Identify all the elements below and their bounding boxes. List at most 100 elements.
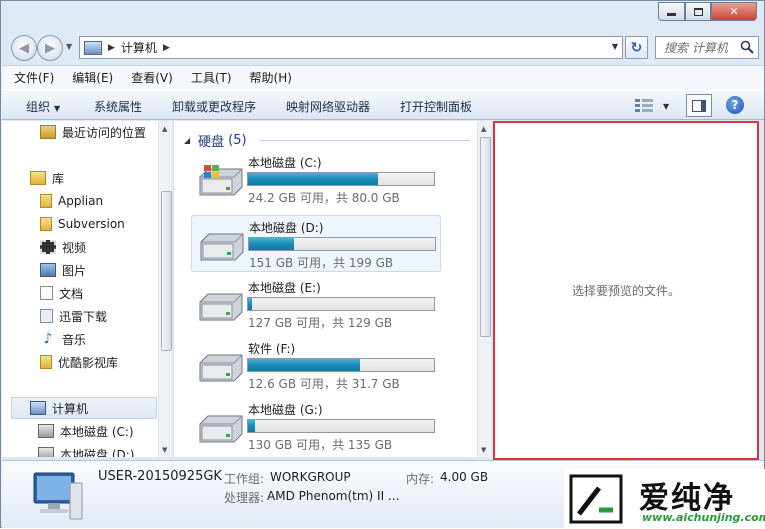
recent-pages-dropdown[interactable]: ▼ <box>66 42 72 51</box>
scroll-up-icon[interactable]: ▲ <box>162 125 167 133</box>
drive-name: 本地磁盘 (E:) <box>248 281 321 295</box>
nav-item-libraries[interactable]: 库 <box>2 167 158 189</box>
drive-tile[interactable]: 软件 (F:) 12.6 GB 可用，共 31.7 GB <box>191 337 441 394</box>
system-drive-icon <box>38 424 54 438</box>
nav-label: 本地磁盘 (D:) <box>60 447 135 458</box>
nav-item-drive-c[interactable]: 本地磁盘 (C:) <box>2 420 158 442</box>
drive-tile[interactable]: 本地磁盘 (D:) 151 GB 可用，共 199 GB <box>191 215 441 272</box>
drive-tile[interactable]: 本地磁盘 (E:) 127 GB 可用，共 129 GB <box>191 276 441 333</box>
scroll-down-icon[interactable]: ▼ <box>481 446 486 454</box>
menu-view[interactable]: 查看(V) <box>131 69 173 86</box>
hard-drive-icon <box>199 293 243 321</box>
nav-item-drive-d[interactable]: 本地磁盘 (D:) <box>2 443 158 457</box>
refresh-button[interactable]: ↻ <box>625 36 648 59</box>
hard-drive-icon <box>200 233 244 261</box>
video-library-icon <box>40 240 56 254</box>
watermark-url: www.aichunjing.com <box>642 511 765 524</box>
help-button[interactable]: ? <box>726 96 744 114</box>
nav-label: 视频 <box>62 240 87 255</box>
forward-button[interactable]: ▶ <box>37 35 63 61</box>
drive-icon <box>38 447 54 457</box>
nav-label: Applian <box>58 194 104 208</box>
nav-scrollbar[interactable]: ▲ ▼ <box>158 121 172 457</box>
collapse-icon[interactable]: ◢ <box>184 136 190 145</box>
nav-item-videos[interactable]: 视频 <box>2 236 158 258</box>
group-title: 硬盘 <box>198 135 225 150</box>
nav-item-subversion[interactable]: Subversion <box>2 213 158 235</box>
nav-label: 迅雷下载 <box>59 309 108 324</box>
address-dropdown-icon[interactable]: ▼ <box>612 42 618 51</box>
drive-name: 软件 (F:) <box>248 342 296 356</box>
scroll-up-icon[interactable]: ▲ <box>481 125 486 133</box>
drive-space-info: 130 GB 可用，共 135 GB <box>248 438 393 452</box>
system-drive-icon <box>199 165 243 196</box>
menu-bar: 文件(F) 编辑(E) 查看(V) 工具(T) 帮助(H) <box>2 65 764 89</box>
drive-tile[interactable]: 本地磁盘 (C:) 24.2 GB 可用，共 80.0 GB <box>191 151 441 208</box>
content-scrollbar[interactable]: ▲ ▼ <box>477 121 491 457</box>
content-scroll-thumb[interactable] <box>480 137 491 337</box>
nav-item-computer[interactable]: 计算机 <box>11 397 157 419</box>
nav-label: 图片 <box>62 263 87 278</box>
menu-help[interactable]: 帮助(H) <box>250 69 292 86</box>
breadcrumb-arrow-icon[interactable]: ▶ <box>163 43 170 53</box>
back-button[interactable]: ◀ <box>11 35 37 61</box>
preview-pane-icon <box>692 99 706 112</box>
maximize-icon <box>693 7 703 16</box>
drive-name: 本地磁盘 (G:) <box>248 403 323 417</box>
minimize-button[interactable] <box>658 2 685 21</box>
computer-name: USER-20150925GK <box>98 469 222 484</box>
maximize-button[interactable] <box>685 2 711 21</box>
address-bar[interactable]: ▶ 计算机 ▶ ▼ <box>79 36 623 59</box>
system-properties-button[interactable]: 系统属性 <box>94 98 142 115</box>
nav-scroll-thumb[interactable] <box>161 191 172 351</box>
back-arrow-icon: ◀ <box>19 40 29 56</box>
nav-label: 库 <box>52 171 65 186</box>
drive-usage-fill <box>248 359 360 371</box>
uninstall-program-button[interactable]: 卸载或更改程序 <box>172 98 256 115</box>
drive-usage-bar <box>247 172 435 186</box>
open-control-panel-button[interactable]: 打开控制面板 <box>400 98 472 115</box>
nav-label: 音乐 <box>62 332 87 347</box>
explorer-window: ✕ ◀ ▶ ▼ ▶ 计算机 ▶ ▼ ↻ 搜索 计算机 文件(F) 编辑(E) 查… <box>0 0 765 529</box>
breadcrumb-computer[interactable]: 计算机 <box>121 39 157 56</box>
nav-item-recent[interactable]: 最近访问的位置 <box>2 121 158 143</box>
navigation-pane: 最近访问的位置 库 Applian Subversion 视频 图片 文档 迅雷… <box>2 121 172 457</box>
folder-icon <box>40 217 52 231</box>
nav-item-thunder-downloads[interactable]: 迅雷下载 <box>2 305 158 327</box>
computer-icon <box>33 472 83 520</box>
group-header-hard-drives[interactable]: ◢ 硬盘 (5) <box>184 131 247 150</box>
drive-space-info: 127 GB 可用，共 129 GB <box>248 316 393 330</box>
nav-label: 优酷影视库 <box>58 355 119 370</box>
scroll-down-icon[interactable]: ▼ <box>162 446 167 454</box>
preview-pane-toggle[interactable] <box>686 94 712 117</box>
nav-item-documents[interactable]: 文档 <box>2 282 158 304</box>
menu-tools[interactable]: 工具(T) <box>191 69 232 86</box>
map-network-drive-button[interactable]: 映射网络驱动器 <box>286 98 370 115</box>
nav-item-applian[interactable]: Applian <box>2 190 158 212</box>
search-input[interactable]: 搜索 计算机 <box>655 36 759 59</box>
drive-usage-bar <box>247 419 435 433</box>
view-options-icon <box>635 99 653 112</box>
refresh-icon: ↻ <box>630 39 643 56</box>
group-divider <box>260 140 470 141</box>
organize-button[interactable]: 组织 ▼ <box>26 98 60 115</box>
memory-value: 4.00 GB <box>440 470 489 484</box>
content-pane: ◢ 硬盘 (5) 本地磁盘 (C:) 24.2 GB 可用，共 80.0 GB 本地… <box>173 121 491 457</box>
drive-usage-bar <box>248 237 436 251</box>
breadcrumb-arrow-icon[interactable]: ▶ <box>108 43 115 53</box>
nav-item-pictures[interactable]: 图片 <box>2 259 158 281</box>
close-button[interactable]: ✕ <box>711 2 757 21</box>
watermark-logo-icon <box>569 474 623 524</box>
computer-icon <box>84 40 102 55</box>
workgroup-value: WORKGROUP <box>270 470 351 484</box>
menu-edit[interactable]: 编辑(E) <box>72 69 113 86</box>
hard-drive-icon <box>199 354 243 382</box>
change-view-button[interactable]: ▼ <box>635 97 675 115</box>
navigation-row: ◀ ▶ ▼ ▶ 计算机 ▶ ▼ ↻ 搜索 计算机 <box>1 29 765 65</box>
search-placeholder: 搜索 计算机 <box>664 41 728 55</box>
pictures-library-icon <box>40 263 56 277</box>
nav-item-youku[interactable]: 优酷影视库 <box>2 351 158 373</box>
menu-file[interactable]: 文件(F) <box>14 69 54 86</box>
nav-item-music[interactable]: ♪ 音乐 <box>2 328 158 350</box>
drive-tile[interactable]: 本地磁盘 (G:) 130 GB 可用，共 135 GB <box>191 398 441 455</box>
